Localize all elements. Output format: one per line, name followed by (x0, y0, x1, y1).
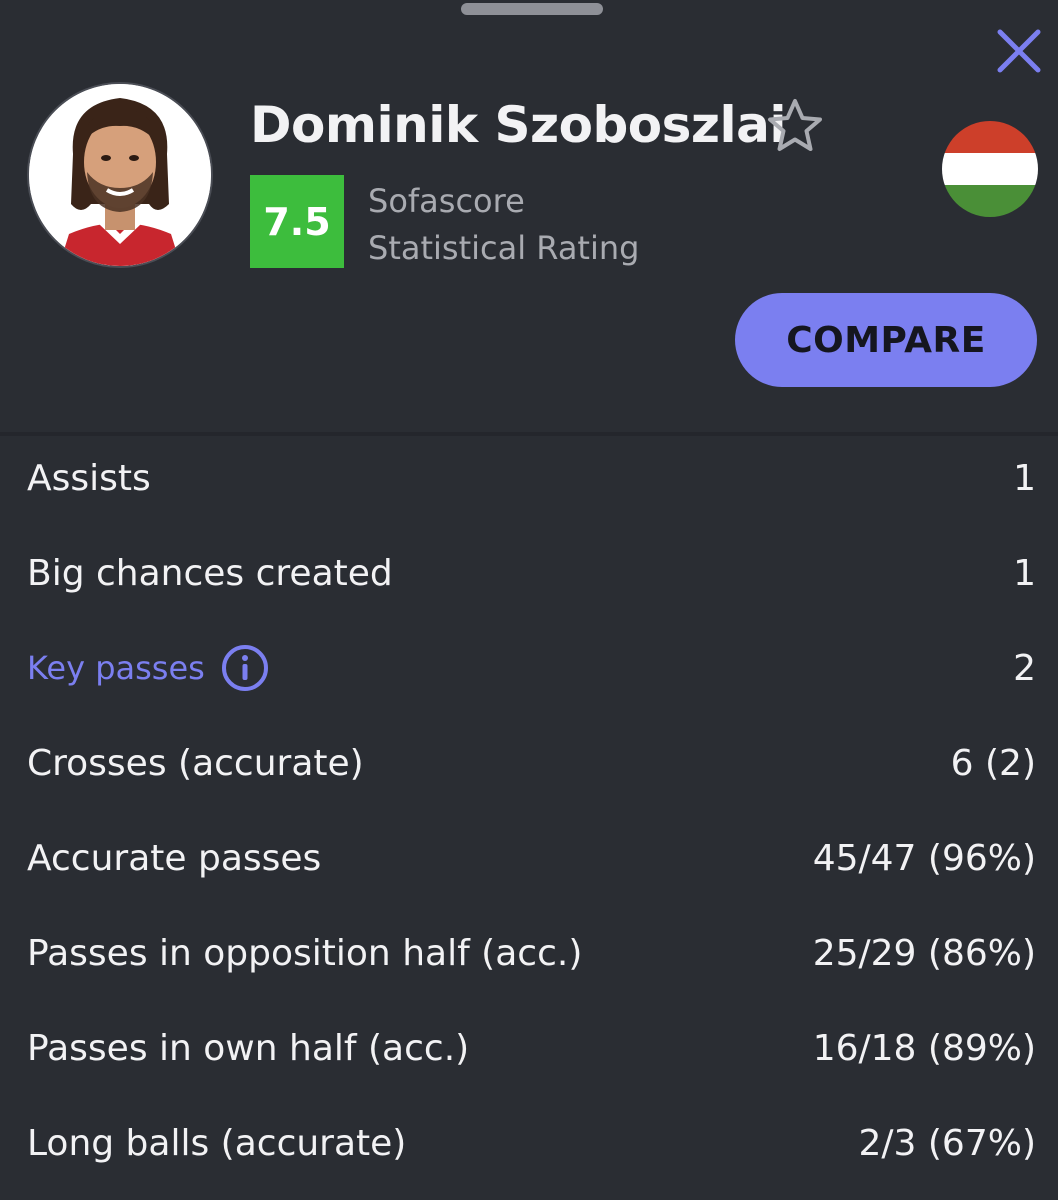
player-name: Dominik Szoboszlai (250, 96, 786, 154)
stat-value: 2/3 (67%) (858, 1123, 1037, 1164)
player-photo (29, 84, 211, 266)
rating-badge: 7.5 (250, 175, 344, 268)
stat-label: Big chances created (27, 553, 393, 594)
stat-row-big-chances-created: Big chances created 1 (0, 531, 1058, 626)
key-passes-link[interactable]: Key passes (27, 644, 269, 692)
stat-label: Assists (27, 458, 151, 499)
hungary-flag (942, 121, 1038, 217)
stat-label: Passes in opposition half (acc.) (27, 933, 583, 974)
rating-caption-brand: Sofascore (368, 182, 525, 220)
stat-label: Accurate passes (27, 838, 322, 879)
stat-value: 45/47 (96%) (812, 838, 1036, 879)
stat-row-assists: Assists 1 (0, 436, 1058, 531)
rating-caption: Sofascore Statistical Rating (368, 178, 639, 272)
stat-label: Passes in own half (acc.) (27, 1028, 470, 1069)
stat-row-accurate-passes: Accurate passes 45/47 (96%) (0, 816, 1058, 911)
stat-label[interactable]: Key passes (27, 649, 205, 687)
drag-handle[interactable] (461, 3, 603, 15)
favorite-button[interactable] (764, 96, 826, 156)
stat-label: Long balls (accurate) (27, 1123, 407, 1164)
stat-row-key-passes[interactable]: Key passes 2 (0, 626, 1058, 721)
compare-button[interactable]: COMPARE (735, 293, 1037, 387)
stat-value: 1 (1013, 458, 1036, 499)
stat-value: 1 (1013, 553, 1036, 594)
stat-row-passes-own-half: Passes in own half (acc.) 16/18 (89%) (0, 1006, 1058, 1101)
player-avatar[interactable] (27, 82, 213, 268)
stat-value: 2 (1013, 648, 1036, 689)
stat-value: 25/29 (86%) (812, 933, 1036, 974)
rating-caption-type: Statistical Rating (368, 229, 640, 267)
stat-row-long-balls: Long balls (accurate) 2/3 (67%) (0, 1101, 1058, 1196)
info-icon[interactable] (221, 644, 269, 692)
star-icon (768, 99, 822, 151)
stats-list: Assists 1 Big chances created 1 Key pass… (0, 436, 1058, 1196)
stat-value: 6 (2) (950, 743, 1036, 784)
close-button[interactable] (996, 28, 1042, 74)
stat-row-passes-opposition-half: Passes in opposition half (acc.) 25/29 (… (0, 911, 1058, 1006)
stat-row-crosses: Crosses (accurate) 6 (2) (0, 721, 1058, 816)
close-icon (997, 29, 1041, 73)
stat-value: 16/18 (89%) (812, 1028, 1036, 1069)
stat-label: Crosses (accurate) (27, 743, 364, 784)
